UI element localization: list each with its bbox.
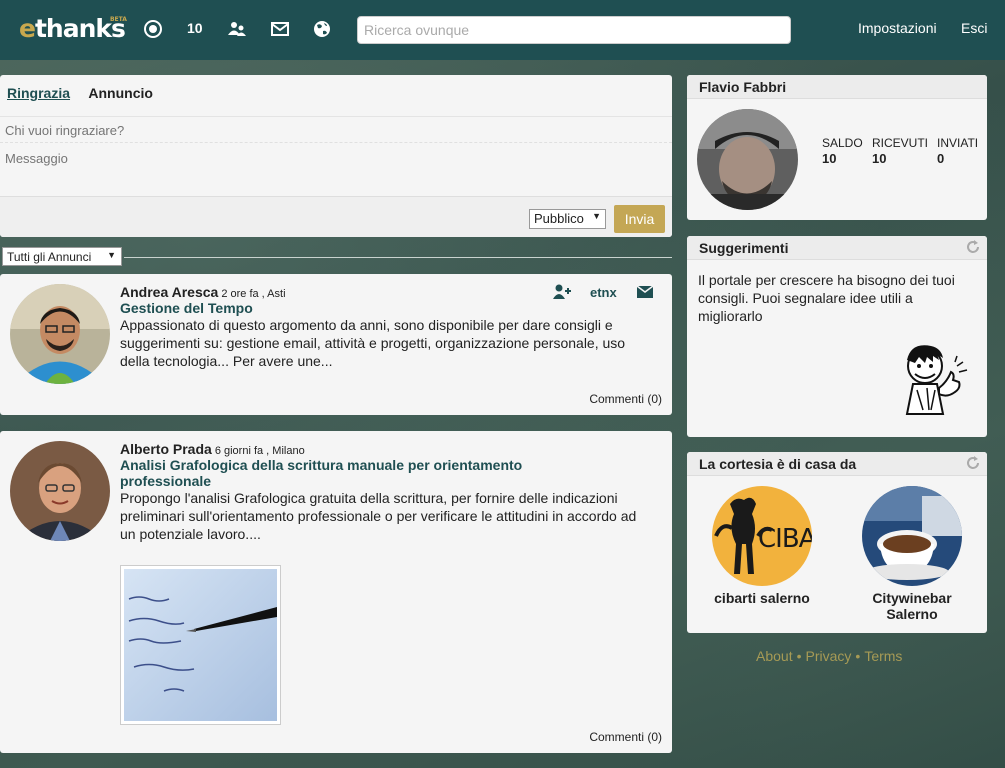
- filter-value: Tutti gli Annunci: [7, 250, 92, 264]
- post-title[interactable]: Analisi Grafologica della scrittura manu…: [120, 457, 550, 489]
- profile-name[interactable]: Flavio Fabbri: [687, 75, 987, 99]
- post-actions: etnx: [553, 284, 653, 300]
- tab-thank[interactable]: Ringrazia: [7, 85, 70, 101]
- author-name[interactable]: Andrea Aresca 2 ore fa , Asti: [120, 284, 286, 300]
- courtesy-title-label: La cortesia è di casa da: [699, 456, 857, 472]
- announcement-card: Alberto Prada 6 giorni fa , Milano Analis…: [0, 431, 672, 753]
- settings-link[interactable]: Impostazioni: [858, 20, 937, 36]
- thumbs-up-character-icon: [905, 345, 968, 415]
- compose-tabs: Ringrazia Annuncio: [7, 85, 168, 101]
- notification-count[interactable]: 10: [187, 20, 203, 36]
- visibility-value: Pubblico: [534, 211, 584, 226]
- avatar[interactable]: [10, 284, 110, 384]
- footer-links: About • Privacy • Terms: [756, 648, 902, 664]
- mail-icon[interactable]: [636, 286, 653, 298]
- suggestions-panel: Suggerimenti Il portale per crescere ha …: [687, 236, 987, 437]
- suggestions-text: Il portale per crescere ha bisogno dei t…: [698, 272, 955, 324]
- saldo-value: 10: [822, 151, 837, 166]
- announcements-filter-select[interactable]: Tutti gli Annunci ▼: [2, 247, 122, 266]
- suggestions-title: Suggerimenti: [687, 236, 987, 260]
- comments-link[interactable]: Commenti (0): [589, 392, 662, 406]
- terms-link[interactable]: Terms: [864, 648, 902, 664]
- profile-avatar[interactable]: [697, 109, 798, 210]
- courtesy-panel: La cortesia è di casa da CIBAR cibarti s…: [687, 452, 987, 633]
- place-name[interactable]: cibarti salerno: [687, 590, 837, 606]
- tab-announce[interactable]: Annuncio: [88, 85, 153, 101]
- mail-icon[interactable]: [270, 19, 290, 39]
- users-icon[interactable]: [227, 19, 247, 39]
- cibar-logo-text: CIBAR: [758, 524, 812, 554]
- compose-panel: Ringrazia Annuncio Pubblico ▼ Invia: [0, 75, 672, 237]
- etnx-button[interactable]: etnx: [590, 285, 617, 300]
- post-title[interactable]: Gestione del Tempo: [120, 300, 550, 316]
- world-icon[interactable]: [312, 19, 332, 39]
- message-input[interactable]: [5, 151, 605, 166]
- received-value[interactable]: 10: [872, 151, 886, 166]
- received-label: RICEVUTI: [872, 136, 929, 150]
- dropdown-arrow-icon: ▼: [107, 250, 116, 260]
- refresh-icon[interactable]: [965, 455, 981, 471]
- divider: [124, 257, 672, 258]
- sent-label: INVIATI: [937, 136, 979, 150]
- send-button[interactable]: Invia: [614, 205, 665, 233]
- post-body: Appassionato di questo argomento da anni…: [120, 317, 626, 369]
- separator: •: [855, 648, 861, 664]
- place-avatar-citywinebar[interactable]: [862, 486, 962, 586]
- suggestions-title-label: Suggerimenti: [699, 240, 789, 256]
- post-meta: 6 giorni fa , Milano: [214, 445, 305, 457]
- divider: [0, 116, 672, 117]
- place-avatar-cibarti[interactable]: CIBAR: [712, 486, 812, 586]
- ethanks-logo[interactable]: ethanks BETA: [19, 14, 127, 43]
- separator: •: [796, 648, 802, 664]
- compose-footer: Pubblico ▼ Invia: [0, 196, 672, 237]
- profile-panel: Flavio Fabbri SALDO 10 RICEVUTI 10 INVIA…: [687, 75, 987, 220]
- visibility-select[interactable]: Pubblico ▼: [529, 209, 606, 229]
- logout-link[interactable]: Esci: [961, 20, 987, 36]
- refresh-icon[interactable]: [965, 239, 981, 255]
- search-input[interactable]: [357, 16, 791, 44]
- post-meta: 2 ore fa , Asti: [221, 288, 286, 300]
- dropdown-arrow-icon: ▼: [592, 211, 601, 221]
- logo-e: e: [19, 14, 36, 43]
- author-name[interactable]: Alberto Prada 6 giorni fa , Milano: [120, 441, 305, 457]
- courtesy-title: La cortesia è di casa da: [687, 452, 987, 476]
- announcement-card: Andrea Aresca 2 ore fa , Asti Gestione de…: [0, 274, 672, 415]
- globe-badge-icon[interactable]: [143, 19, 163, 39]
- author-label: Andrea Aresca: [120, 284, 219, 300]
- recipient-input[interactable]: [5, 123, 605, 138]
- about-link[interactable]: About: [756, 648, 793, 664]
- author-label: Alberto Prada: [120, 441, 212, 457]
- divider: [0, 142, 672, 143]
- privacy-link[interactable]: Privacy: [806, 648, 852, 664]
- post-image[interactable]: [120, 565, 281, 725]
- comments-link[interactable]: Commenti (0): [589, 730, 662, 744]
- sent-value[interactable]: 0: [937, 151, 944, 166]
- post-body: Propongo l'analisi Grafologica gratuita …: [120, 490, 637, 542]
- beta-badge: BETA: [109, 16, 127, 23]
- add-contact-icon[interactable]: [553, 284, 571, 300]
- saldo-label: SALDO: [822, 136, 863, 150]
- avatar[interactable]: [10, 441, 110, 541]
- place-name[interactable]: Citywinebar Salerno: [847, 590, 977, 622]
- top-bar: ethanks BETA 10 Impostazioni Esci: [0, 0, 1005, 60]
